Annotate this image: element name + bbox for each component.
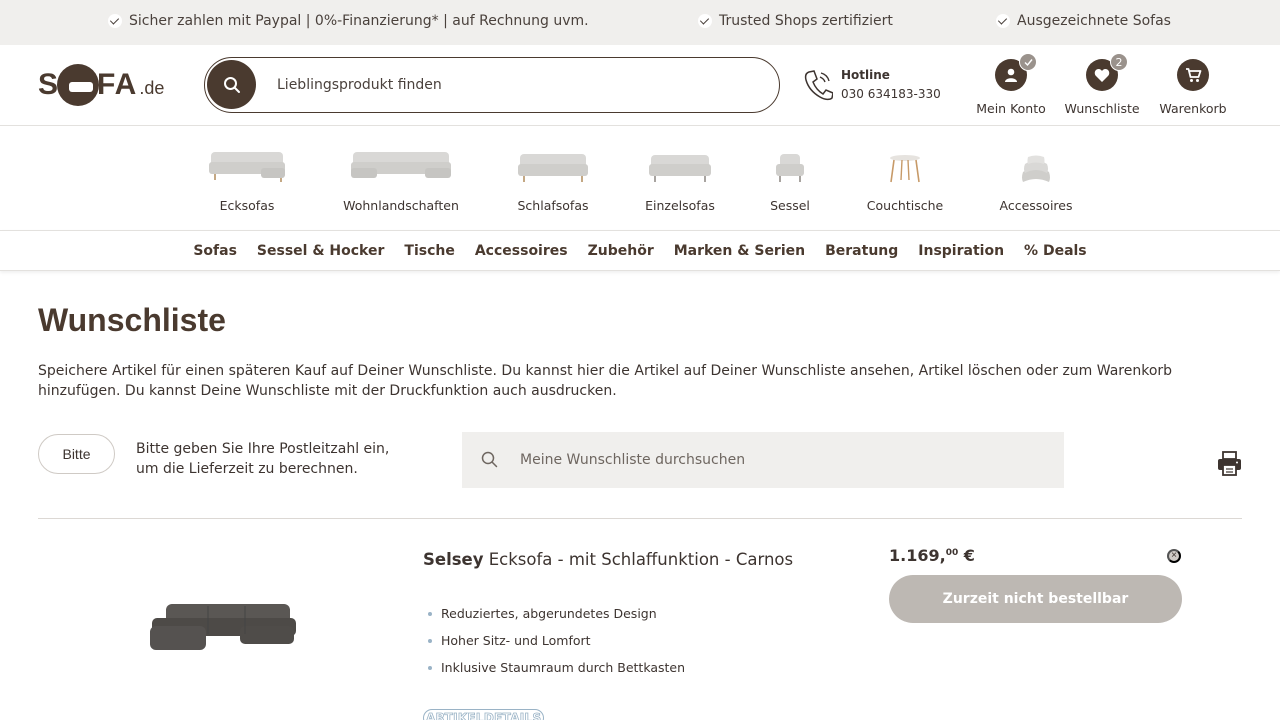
account-link[interactable]: Mein Konto [976, 53, 1046, 116]
cart-link[interactable]: Warenkorb [1158, 59, 1228, 116]
category-sessel[interactable]: Sessel [764, 144, 816, 213]
main-navigation: Sofas Sessel & Hocker Tische Accessoires… [0, 230, 1280, 271]
phone-icon [804, 70, 833, 101]
category-label: Ecksofas [219, 198, 275, 213]
nav-deals[interactable]: % Deals [1014, 243, 1097, 259]
check-icon [698, 14, 712, 28]
category-label: Schlafsofas [517, 198, 589, 213]
nav-inspiration[interactable]: Inspiration [908, 243, 1014, 259]
wishlist-icon-circle: 2 [1086, 53, 1128, 91]
category-label: Einzelsofas [645, 198, 715, 213]
usp-label: Ausgezeichnete Sofas [1017, 13, 1171, 29]
wishlist-link[interactable]: 2 Wunschliste [1064, 53, 1140, 116]
page-title: Wunschliste [38, 302, 226, 338]
search-input[interactable] [277, 72, 757, 98]
hotline-number[interactable]: 030 634183-330 [841, 87, 941, 101]
usp-item-awarded: Ausgezeichnete Sofas [996, 13, 1171, 29]
category-label: Sessel [770, 198, 810, 213]
product-title[interactable]: Selsey Ecksofa - mit Schlaffunktion - Ca… [423, 550, 793, 569]
category-einzelsofas[interactable]: Einzelsofas [640, 144, 720, 213]
price-currency: € [963, 546, 975, 565]
check-icon [1024, 58, 1033, 66]
cushions-icon [1022, 155, 1050, 182]
product-search [204, 57, 780, 113]
account-icon-circle [995, 53, 1037, 91]
usp-label: Trusted Shops zertifiziert [719, 13, 893, 29]
cart-icon-circle [1177, 59, 1209, 91]
category-label: Accessoires [999, 198, 1073, 213]
category-strip: Ecksofas Wohnlandschaften Schlafsofas Ei… [0, 126, 1280, 230]
postcode-button[interactable]: Bitte [38, 434, 115, 474]
feature-item: Reduziertes, abgerundetes Design [428, 606, 685, 633]
armchair-icon [776, 154, 804, 182]
product-price: 1.169,00 € [889, 546, 975, 565]
category-accessoires[interactable]: Accessoires [996, 144, 1076, 213]
account-label: Mein Konto [976, 101, 1046, 116]
wishlist-count-badge: 2 [1110, 53, 1128, 71]
close-icon: × [1171, 550, 1177, 561]
check-icon [108, 14, 122, 28]
category-schlafsofas[interactable]: Schlafsofas [513, 144, 593, 213]
single-sofa-icon [649, 155, 711, 182]
nav-beratung[interactable]: Beratung [815, 243, 908, 259]
logged-in-check-badge [1019, 53, 1037, 71]
corner-sofa-icon [209, 152, 285, 182]
check-icon [996, 14, 1010, 28]
corner-sofa-product-image [150, 604, 296, 650]
site-logo[interactable]: S FA .de [38, 62, 164, 108]
section-divider [38, 518, 1242, 519]
product-name: Ecksofa - mit Schlaffunktion - Carnos [488, 550, 794, 569]
nav-accessoires[interactable]: Accessoires [465, 243, 578, 259]
nav-sessel-hocker[interactable]: Sessel & Hocker [247, 243, 394, 259]
product-image[interactable] [140, 590, 300, 664]
product-features: Reduziertes, abgerundetes Design Hoher S… [428, 606, 685, 687]
user-icon [1005, 68, 1017, 82]
postcode-hint: Bitte geben Sie Ihre Postleitzahl ein, u… [136, 441, 390, 477]
category-label: Couchtische [866, 198, 944, 213]
logo-tld: .de [139, 77, 165, 98]
print-button[interactable] [1216, 450, 1243, 481]
heart-icon [1094, 68, 1110, 82]
search-button[interactable] [207, 60, 256, 109]
hotline-label: Hotline [841, 68, 890, 82]
usp-label: Sicher zahlen mit Paypal | 0%-Finanzieru… [129, 13, 589, 29]
sleeper-sofa-icon [518, 154, 588, 182]
price-cents: 00 [945, 548, 959, 558]
category-label: Wohnlandschaften [343, 198, 459, 213]
usp-bar: Sicher zahlen mit Paypal | 0%-Finanzieru… [0, 0, 1280, 45]
remove-item-button[interactable]: × [1167, 549, 1181, 563]
unavailable-button[interactable]: Zurzeit nicht bestellbar [889, 575, 1182, 623]
nav-zubehoer[interactable]: Zubehör [578, 243, 664, 259]
cart-label: Warenkorb [1159, 101, 1227, 116]
feature-item: Inklusive Staumraum durch Bettkasten [428, 660, 685, 687]
wishlist-search [462, 432, 1064, 488]
product-brand: Selsey [423, 550, 484, 569]
usp-item-payment: Sicher zahlen mit Paypal | 0%-Finanzieru… [108, 13, 589, 29]
wishlist-label: Wunschliste [1064, 101, 1140, 116]
wishlist-intro-text: Speichere Artikel für einen späteren Kau… [38, 363, 1173, 399]
search-icon [481, 451, 498, 468]
shopping-cart-icon [1185, 68, 1201, 82]
coffee-table-icon [890, 155, 920, 183]
category-wohnlandschaften[interactable]: Wohnlandschaften [338, 144, 464, 213]
printer-icon [1218, 451, 1241, 476]
logo-text-start: S [38, 68, 60, 101]
category-couchtische[interactable]: Couchtische [860, 144, 950, 213]
logo-sofa-icon [57, 64, 100, 106]
nav-tische[interactable]: Tische [394, 243, 464, 259]
nav-sofas[interactable]: Sofas [183, 243, 247, 259]
product-details-link[interactable]: ARTIKELDETAILS [423, 709, 545, 720]
logo-text-end: FA [97, 68, 138, 101]
nav-marken-serien[interactable]: Marken & Serien [664, 243, 815, 259]
usp-item-trusted-shops: Trusted Shops zertifiziert [698, 13, 893, 29]
price-main: 1.169, [889, 546, 946, 565]
feature-item: Hoher Sitz- und Lomfort [428, 633, 685, 660]
search-icon [223, 76, 240, 93]
site-header: S FA .de Hotline 030 634183-330 Mein Kon… [0, 45, 1280, 126]
living-landscape-sofa-icon [351, 152, 451, 178]
wishlist-search-input[interactable] [520, 447, 1040, 473]
category-ecksofas[interactable]: Ecksofas [202, 144, 292, 213]
